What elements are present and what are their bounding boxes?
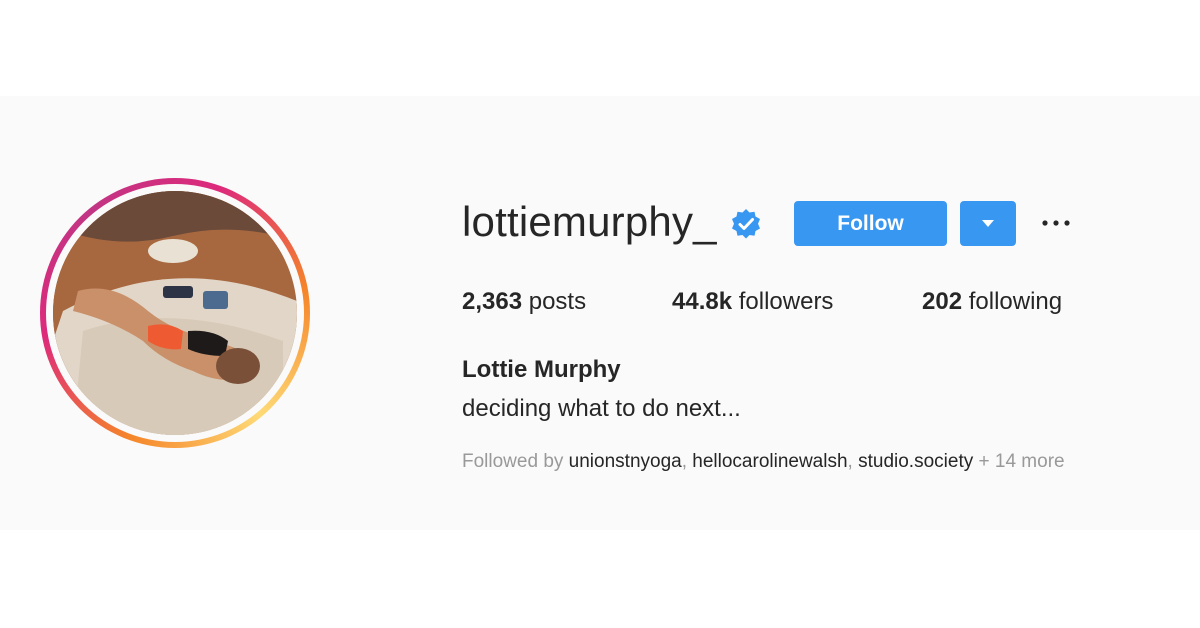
following-count: 202 bbox=[922, 288, 963, 315]
followed-by-account-link[interactable]: studio.society bbox=[858, 451, 973, 472]
posts-stat: 2,363 posts bbox=[462, 288, 586, 316]
followers-label: followers bbox=[738, 288, 834, 315]
followers-stat[interactable]: 44.8k followers bbox=[672, 288, 833, 316]
followed-by-account-link[interactable]: hellocarolinewalsh bbox=[692, 451, 847, 472]
followed-by-more-link[interactable]: + 14 more bbox=[979, 451, 1065, 472]
profile-avatar[interactable] bbox=[40, 178, 310, 448]
posts-count: 2,363 bbox=[462, 288, 523, 315]
follow-button[interactable]: Follow bbox=[794, 201, 947, 246]
following-stat[interactable]: 202 following bbox=[922, 288, 1062, 316]
more-options-icon bbox=[1042, 220, 1070, 226]
verified-badge-icon bbox=[730, 208, 762, 240]
profile-bio: deciding what to do next... bbox=[462, 395, 741, 422]
followed-by-account-link[interactable]: unionstnyoga bbox=[569, 451, 682, 472]
beach-photo-illustration bbox=[53, 191, 297, 435]
more-options-button[interactable] bbox=[1040, 208, 1072, 238]
posts-label: posts bbox=[528, 288, 587, 315]
followed-by-line: Followed by unionstnyoga, hellocarolinew… bbox=[462, 451, 1065, 472]
avatar-image bbox=[53, 191, 297, 435]
followers-count: 44.8k bbox=[672, 288, 733, 315]
followed-by-prefix: Followed by bbox=[462, 451, 564, 472]
suggestions-dropdown-button[interactable] bbox=[960, 201, 1016, 246]
profile-full-name: Lottie Murphy bbox=[462, 356, 621, 383]
profile-username: lottiemurphy_ bbox=[462, 198, 717, 245]
following-label: following bbox=[968, 288, 1063, 315]
caret-down-icon bbox=[982, 220, 994, 227]
